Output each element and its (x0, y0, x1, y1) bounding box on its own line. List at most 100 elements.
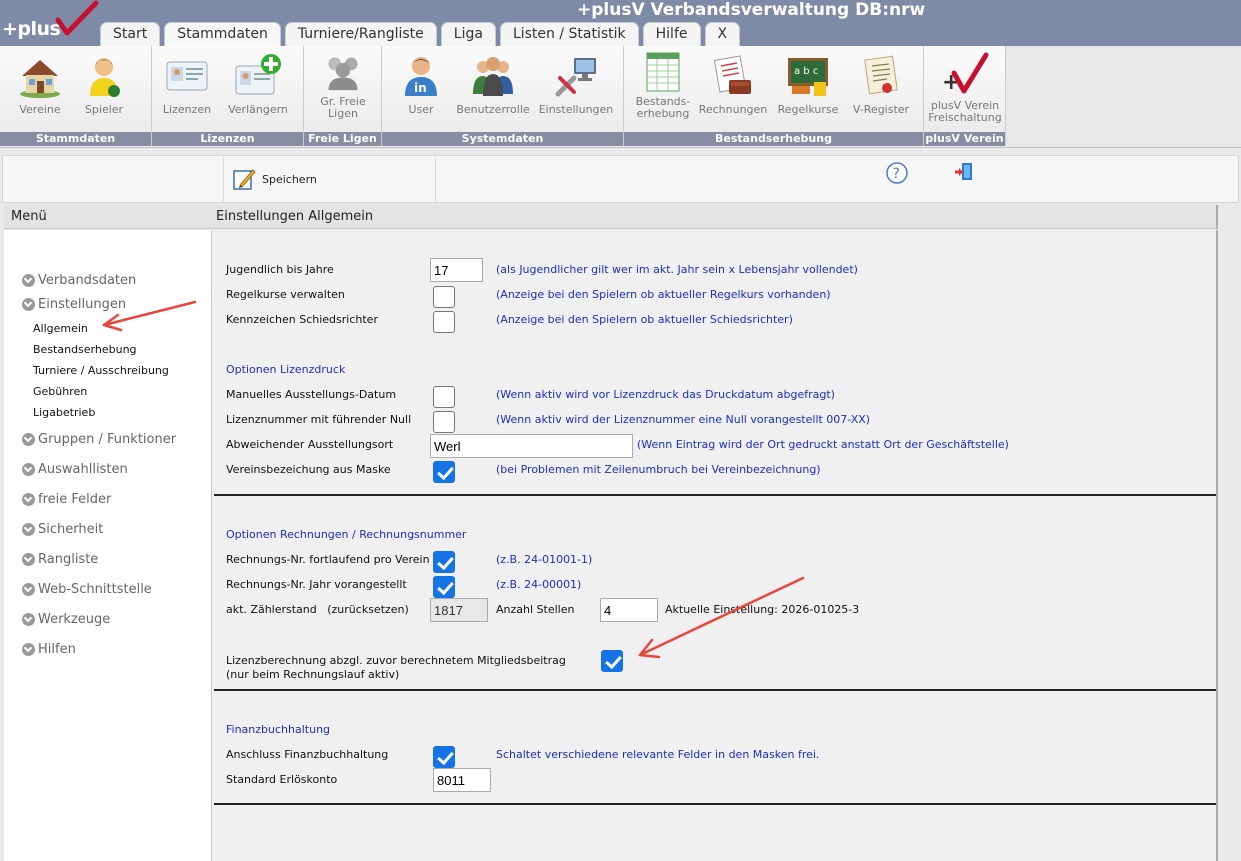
ribbon-item-bestandserhebung[interactable]: Bestands- erhebung (632, 46, 694, 132)
edit-save-icon (233, 169, 256, 190)
ribbon-item-label: Gr. Freie Ligen (320, 95, 366, 120)
manual-date-hint: (Wenn aktiv wird vor Lizenzdruck das Dru… (496, 388, 835, 401)
license-card-icon (161, 50, 213, 102)
regelkurse-hint: (Anzeige bei den Spielern ob aktueller R… (496, 288, 831, 301)
tab-turniere-rangliste[interactable]: Turniere/Rangliste (284, 22, 437, 46)
submenu-item-allgemein[interactable]: Allgemein (33, 322, 88, 335)
finance-connect-hint: Schaltet verschiedene relevante Felder i… (496, 748, 820, 761)
logo-checkmark-icon (55, 0, 99, 36)
ribbon-item-einstellungen[interactable]: Einstellungen (536, 46, 616, 132)
plusv-logo-icon: + (939, 50, 991, 98)
license-print-section-title: Optionen Lizenzdruck (226, 363, 346, 376)
invoice-section-title: Optionen Rechnungen / Rechnungsnummer (226, 528, 467, 541)
svg-text:?: ? (893, 166, 900, 182)
club-name-checkbox[interactable] (433, 461, 455, 483)
ribbon-item-v-register[interactable]: V-Register (844, 46, 918, 132)
ribbon-item-user[interactable]: in User (392, 46, 450, 132)
submenu-item-bestandserhebung[interactable]: Bestandserhebung (33, 343, 137, 356)
menu-item-rangliste[interactable]: Rangliste (22, 552, 98, 567)
ribbon-item-regelkurse[interactable]: a b c Regelkurse (772, 46, 844, 132)
menu-item-label: Auswahllisten (38, 462, 128, 477)
group-icon (317, 50, 369, 94)
tab-start[interactable]: Start (100, 22, 161, 46)
submenu-item-turniere-ausschreibung[interactable]: Turniere / Ausschreibung (33, 364, 169, 377)
current-setting-text: Aktuelle Einstellung: 2026-01025-3 (665, 603, 860, 616)
ribbon-group-lizenzen: Lizenzen Verlängern Lizenzen (152, 46, 304, 146)
issue-place-label: Abweichender Ausstellungsort (226, 438, 394, 451)
menu-item-hilfen[interactable]: Hilfen (22, 642, 76, 657)
menu-item-freie-felder[interactable]: freie Felder (22, 492, 111, 507)
menu-item-gruppen-funktioner[interactable]: Gruppen / Funktioner (22, 432, 176, 447)
ribbon-item-spieler[interactable]: Spieler (68, 46, 140, 132)
help-icon[interactable]: ? (885, 161, 909, 188)
menu-item-einstellungen[interactable]: Einstellungen (22, 297, 126, 312)
ribbon-item-verlaengern[interactable]: Verlängern (216, 46, 300, 132)
per-club-hint: (z.B. 24-01001-1) (496, 553, 593, 566)
ribbon-group-systemdaten: in User Benutzerrolle Einstellungen Syst… (382, 46, 624, 146)
menu-item-werkzeuge[interactable]: Werkzeuge (22, 612, 110, 627)
revenue-account-input[interactable]: 8011 (433, 768, 491, 792)
menu-item-label: Verbandsdaten (38, 273, 137, 288)
house-icon (14, 50, 66, 102)
chevron-down-icon (22, 493, 35, 506)
tab-close[interactable]: X (704, 22, 741, 46)
section-divider (214, 803, 1216, 805)
menu-item-auswahllisten[interactable]: Auswahllisten (22, 462, 128, 477)
digits-input[interactable]: 4 (600, 598, 658, 622)
manual-date-label: Manuelles Ausstellungs-Datum (226, 388, 397, 401)
ribbon-item-label: Verlängern (228, 103, 288, 116)
menu-item-sicherheit[interactable]: Sicherheit (22, 522, 103, 537)
submenu-item-gebuehren[interactable]: Gebühren (33, 385, 87, 398)
manual-date-checkbox[interactable] (433, 386, 455, 408)
menu-item-label: Werkzeuge (38, 612, 111, 627)
ribbon-item-label: Spieler (84, 103, 124, 116)
ribbon-group-title: Systemdaten (382, 132, 623, 146)
tab-listen-statistik[interactable]: Listen / Statistik (499, 22, 639, 46)
leading-zero-hint: (Wenn aktiv wird der Lizenznummer eine N… (496, 413, 871, 426)
player-icon (78, 50, 130, 102)
svg-text:a b c: a b c (794, 66, 818, 77)
menu-title: Menü (11, 209, 47, 224)
tab-liga[interactable]: Liga (440, 22, 496, 46)
ribbon-item-vereine[interactable]: Vereine (12, 46, 68, 132)
club-name-hint: (bei Problemen mit Zeilenumbruch bei Ver… (496, 463, 821, 476)
license-calc-checkbox[interactable] (601, 650, 623, 672)
ribbon-item-gr-freie-ligen[interactable]: Gr. Freie Ligen (308, 46, 378, 132)
tab-stammdaten[interactable]: Stammdaten (164, 22, 281, 46)
ribbon-item-benutzerrolle[interactable]: Benutzerrolle (450, 46, 536, 132)
regelkurse-checkbox[interactable] (433, 286, 455, 308)
issue-place-input[interactable]: Werl (430, 434, 633, 458)
save-button-label: Speichern (262, 172, 317, 186)
menu-item-verbandsdaten[interactable]: Verbandsdaten (22, 273, 136, 288)
ribbon-item-label: Lizenzen (162, 103, 212, 116)
menu-item-label: Einstellungen (38, 297, 127, 312)
youth-age-input[interactable]: 17 (430, 258, 483, 282)
app-title: +plusV Verbandsverwaltung DB:nrw (577, 0, 926, 20)
ribbon-item-label: Vereine (19, 103, 61, 116)
menu-item-label: freie Felder (38, 492, 112, 507)
exit-icon[interactable] (953, 161, 975, 186)
logo-text: +plus (2, 18, 61, 40)
chevron-down-icon (22, 553, 35, 566)
finance-connect-checkbox[interactable] (433, 746, 455, 768)
ribbon-item-plusv-verein-freischaltung[interactable]: + plusV Verein Freischaltung (926, 46, 1004, 132)
ribbon-group-title: Stammdaten (0, 132, 151, 146)
ribbon-group-stammdaten: Vereine Spieler Stammdaten (0, 46, 152, 146)
ribbon-group-plusv-verein: + plusV Verein Freischaltung plusV Verei… (924, 46, 1006, 146)
ribbon-item-lizenzen[interactable]: Lizenzen (158, 46, 216, 132)
user-icon: in (395, 50, 447, 102)
per-club-checkbox[interactable] (433, 551, 455, 573)
submenu-item-ligabetrieb[interactable]: Ligabetrieb (33, 406, 95, 419)
referee-checkbox[interactable] (433, 311, 455, 333)
year-prefix-hint: (z.B. 24-00001) (496, 578, 582, 591)
leading-zero-checkbox[interactable] (433, 411, 455, 433)
ribbon-group-title: plusV Verein (924, 132, 1005, 146)
menu-item-web-schnittstelle[interactable]: Web-Schnittstelle (22, 582, 152, 597)
spreadsheet-icon (637, 50, 689, 94)
tab-hilfe[interactable]: Hilfe (642, 22, 701, 46)
ribbon-item-rechnungen[interactable]: Rechnungen (694, 46, 772, 132)
year-prefix-checkbox[interactable] (433, 576, 455, 598)
save-button[interactable]: Speichern (223, 156, 436, 202)
ribbon-item-label: Regelkurse (777, 103, 839, 116)
app-header: +plus +plusV Verbandsverwaltung DB:nrw S… (0, 0, 1241, 46)
